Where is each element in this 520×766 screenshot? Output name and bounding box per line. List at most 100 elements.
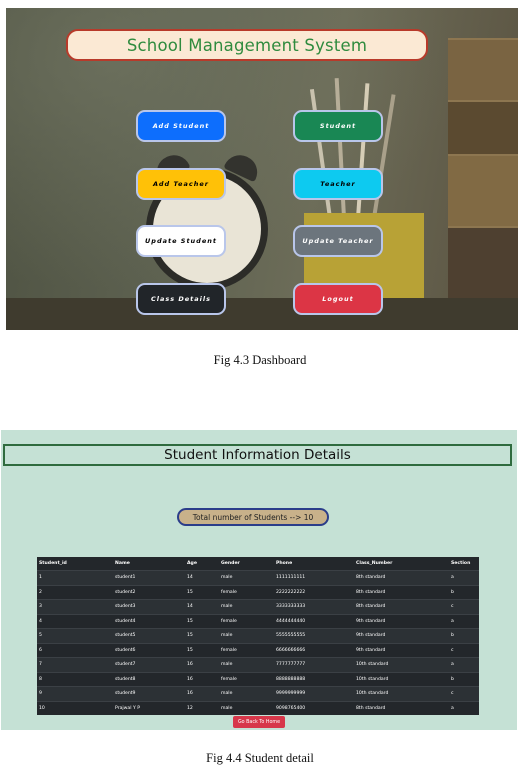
table-cell: female xyxy=(219,671,274,687)
add-student-label: Add Student xyxy=(152,122,210,130)
table-cell: 8 xyxy=(37,671,113,687)
table-row: 5 student5 15 male 5555555555 9th standard b xyxy=(37,628,479,643)
table-cell: a xyxy=(449,657,479,672)
student-detail-header: Student Information Details xyxy=(3,444,512,466)
student-label: Student xyxy=(319,122,357,130)
table-cell: a xyxy=(449,613,479,629)
table-row: 9 student9 16 male 9999999999 10th standard c xyxy=(37,686,479,701)
table-cell: 12 xyxy=(185,700,219,715)
table-cell: 6 xyxy=(37,642,113,658)
table-surface xyxy=(6,298,518,330)
table-cell: female xyxy=(219,584,274,600)
books-decoration xyxy=(448,38,518,100)
dashboard-title: School Management System xyxy=(126,35,368,55)
column-header: Name xyxy=(113,557,185,571)
table-row: 8 student8 16 female 8888888888 10th standard… xyxy=(37,671,479,687)
table-cell: 5 xyxy=(37,628,113,643)
table-cell: 15 xyxy=(185,642,219,658)
table-row: 2 student2 15 female 2222222222 8th standard b xyxy=(37,584,479,600)
table-cell: Prajwal Y P xyxy=(113,700,185,715)
update-teacher-button[interactable]: Update Teacher xyxy=(293,225,383,257)
student-button[interactable]: Student xyxy=(293,110,383,142)
column-header: Age xyxy=(185,557,219,571)
add-teacher-button[interactable]: Add Teacher xyxy=(136,168,226,200)
table-row: 7 student7 16 male 7777777777 10th standard a xyxy=(37,657,479,672)
total-students-badge: Total number of Students --> 10 xyxy=(177,508,329,526)
table-cell: 9 xyxy=(37,686,113,701)
table-cell: c xyxy=(449,686,479,701)
logout-label: Logout xyxy=(322,295,354,303)
table-cell: student3 xyxy=(113,599,185,614)
table-cell: 14 xyxy=(185,599,219,614)
table-cell: male xyxy=(219,599,274,614)
table-header-row: Student_id Name Age Gender Phone Class_Number… xyxy=(37,557,479,571)
table-cell: a xyxy=(449,700,479,715)
teacher-label: Teacher xyxy=(320,180,356,188)
table-cell: male xyxy=(219,686,274,701)
table-cell: 10th standard xyxy=(354,657,449,672)
teacher-button[interactable]: Teacher xyxy=(293,168,383,200)
books-decoration-3 xyxy=(448,154,518,226)
table-cell: student1 xyxy=(113,570,185,585)
table-cell: 9th standard xyxy=(354,642,449,658)
figure-caption-student-detail: Fig 4.4 Student detail xyxy=(206,751,314,765)
table-cell: 2 xyxy=(37,584,113,600)
books-decoration-2 xyxy=(448,100,518,154)
table-cell: 10th standard xyxy=(354,686,449,701)
table-cell: 15 xyxy=(185,628,219,643)
table-cell: 8th standard xyxy=(354,570,449,585)
table-cell: male xyxy=(219,657,274,672)
dashboard-title-box: School Management System xyxy=(66,29,428,61)
update-teacher-label: Update Teacher xyxy=(302,237,374,245)
table-cell: 4444444440 xyxy=(274,613,354,629)
table-cell: c xyxy=(449,599,479,614)
student-table: Student_id Name Age Gender Phone Class_Number… xyxy=(37,557,479,715)
table-cell: 10th standard xyxy=(354,671,449,687)
add-student-button[interactable]: Add Student xyxy=(136,110,226,142)
table-cell: student5 xyxy=(113,628,185,643)
table-cell: female xyxy=(219,613,274,629)
table-cell: 8th standard xyxy=(354,599,449,614)
table-cell: 9999999999 xyxy=(274,686,354,701)
table-row: 6 student6 15 female 6666666666 9th standard c xyxy=(37,642,479,658)
add-teacher-label: Add Teacher xyxy=(153,180,209,188)
figure-caption-dashboard: Fig 4.3 Dashboard xyxy=(213,353,307,367)
table-cell: student6 xyxy=(113,642,185,658)
table-cell: 3 xyxy=(37,599,113,614)
class-details-button[interactable]: Class Details xyxy=(136,283,226,315)
table-cell: 16 xyxy=(185,686,219,701)
student-detail-screenshot: Student Information Details Total number… xyxy=(1,430,517,730)
table-cell: male xyxy=(219,628,274,643)
dashboard-screenshot: School Management System Add Student Stu… xyxy=(6,8,518,330)
table-row: 1 student1 14 male 1111111111 8th standard a xyxy=(37,570,479,585)
table-cell: b xyxy=(449,671,479,687)
table-cell: 2222222222 xyxy=(274,584,354,600)
table-cell: 3333333333 xyxy=(274,599,354,614)
table-cell: 9th standard xyxy=(354,613,449,629)
total-students-text: Total number of Students --> 10 xyxy=(192,512,314,522)
logout-button[interactable]: Logout xyxy=(293,283,383,315)
table-cell: male xyxy=(219,700,274,715)
table-cell: 4 xyxy=(37,613,113,629)
table-cell: 8th standard xyxy=(354,700,449,715)
table-cell: 6666666666 xyxy=(274,642,354,658)
table-row: 4 student4 15 female 4444444440 9th standard a xyxy=(37,613,479,629)
column-header: Gender xyxy=(219,557,274,571)
column-header: Phone xyxy=(274,557,354,571)
table-cell: student4 xyxy=(113,613,185,629)
table-cell: 8888888888 xyxy=(274,671,354,687)
table-cell: 9098765400 xyxy=(274,700,354,715)
update-student-button[interactable]: Update Student xyxy=(136,225,226,257)
table-cell: student9 xyxy=(113,686,185,701)
column-header: Student_id xyxy=(37,557,113,571)
table-cell: b xyxy=(449,628,479,643)
table-cell: c xyxy=(449,642,479,658)
column-header: Class_Number xyxy=(354,557,449,571)
table-cell: 5555555555 xyxy=(274,628,354,643)
table-cell: male xyxy=(219,570,274,585)
table-cell: 16 xyxy=(185,671,219,687)
table-cell: 1111111111 xyxy=(274,570,354,585)
table-cell: female xyxy=(219,642,274,658)
go-back-home-button[interactable]: Go Back To Home xyxy=(233,716,285,728)
update-student-label: Update Student xyxy=(145,237,217,245)
